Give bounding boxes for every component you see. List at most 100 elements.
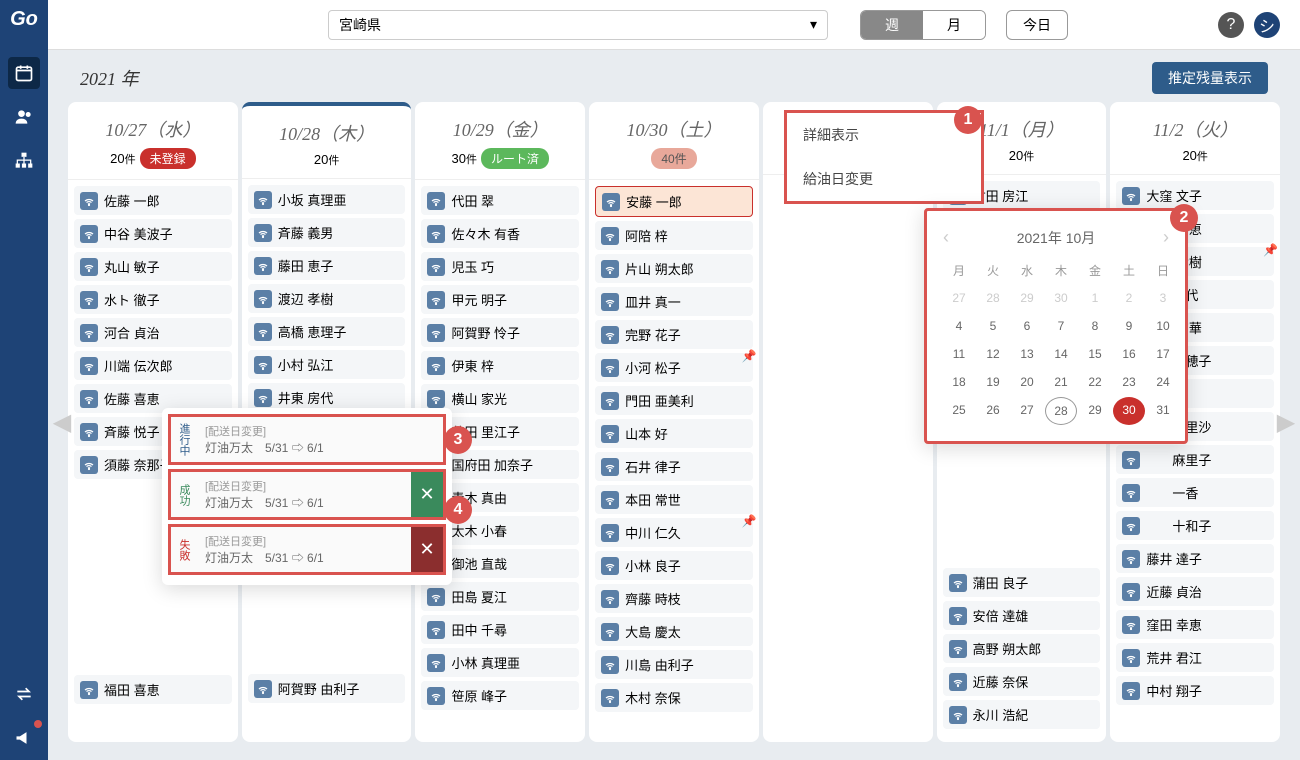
person-item[interactable]: 麻里子 bbox=[1116, 445, 1274, 474]
cal-day[interactable]: 28 bbox=[977, 285, 1009, 311]
prev-week-arrow[interactable]: ◀ bbox=[50, 402, 74, 442]
person-item[interactable]: 福田 喜恵 bbox=[74, 675, 232, 704]
person-item[interactable]: 川島 由利子 bbox=[595, 650, 753, 679]
person-item[interactable]: 大窪 文子 bbox=[1116, 181, 1274, 210]
cal-day[interactable]: 15 bbox=[1079, 341, 1111, 367]
close-icon[interactable]: ✕ bbox=[411, 472, 443, 517]
cal-day[interactable]: 29 bbox=[1011, 285, 1043, 311]
cal-day[interactable]: 31 bbox=[1147, 397, 1179, 425]
cal-day[interactable]: 10 bbox=[1147, 313, 1179, 339]
person-item[interactable]: 中川 仁久📌 bbox=[595, 518, 753, 547]
cal-day[interactable]: 5 bbox=[977, 313, 1009, 339]
person-item[interactable]: 小坂 真理亜 bbox=[248, 185, 406, 214]
person-item[interactable]: 片山 朔太郎 bbox=[595, 254, 753, 283]
person-item[interactable]: 児玉 巧 bbox=[421, 252, 579, 281]
person-item[interactable]: 齊藤 時枝 bbox=[595, 584, 753, 613]
person-item[interactable]: 阿賀野 怜子 bbox=[421, 318, 579, 347]
cal-day[interactable]: 27 bbox=[943, 285, 975, 311]
person-item[interactable]: 河合 貞治 bbox=[74, 318, 232, 347]
person-item[interactable]: 田島 夏江 bbox=[421, 582, 579, 611]
cal-day[interactable]: 21 bbox=[1045, 369, 1077, 395]
cal-day[interactable]: 1 bbox=[1079, 285, 1111, 311]
view-month-button[interactable]: 月 bbox=[923, 11, 985, 39]
estimate-button[interactable]: 推定残量表示 bbox=[1152, 62, 1268, 94]
nav-megaphone-icon[interactable] bbox=[8, 722, 40, 754]
cal-day[interactable]: 24 bbox=[1147, 369, 1179, 395]
context-change-date[interactable]: 給油日変更 bbox=[787, 157, 981, 201]
person-item[interactable]: 小林 良子 bbox=[595, 551, 753, 580]
person-item[interactable]: 永川 浩紀 bbox=[943, 700, 1101, 729]
person-item[interactable]: 藤井 達子 bbox=[1116, 544, 1274, 573]
person-item[interactable]: 川端 伝次郎 bbox=[74, 351, 232, 380]
person-item[interactable]: 十和子 bbox=[1116, 511, 1274, 540]
cal-next-icon[interactable]: › bbox=[1163, 227, 1169, 248]
person-item[interactable]: 山本 好 bbox=[595, 419, 753, 448]
cal-day[interactable]: 26 bbox=[977, 397, 1009, 425]
cal-day[interactable]: 25 bbox=[943, 397, 975, 425]
person-item[interactable]: 斉藤 義男 bbox=[248, 218, 406, 247]
person-item[interactable]: 窪田 幸恵 bbox=[1116, 610, 1274, 639]
cal-day[interactable]: 17 bbox=[1147, 341, 1179, 367]
cal-day[interactable]: 13 bbox=[1011, 341, 1043, 367]
person-item[interactable]: 阿陪 梓 bbox=[595, 221, 753, 250]
region-dropdown[interactable]: 宮崎県 ▾ bbox=[328, 10, 828, 40]
nav-org-icon[interactable] bbox=[8, 145, 40, 177]
person-item[interactable]: 水ト 徹子 bbox=[74, 285, 232, 314]
person-item[interactable]: 完野 花子 bbox=[595, 320, 753, 349]
person-item[interactable]: 大島 慶太 bbox=[595, 617, 753, 646]
user-avatar[interactable]: シ bbox=[1254, 12, 1280, 38]
person-item[interactable]: 佐々木 有香 bbox=[421, 219, 579, 248]
person-item[interactable]: 近藤 奈保 bbox=[943, 667, 1101, 696]
cal-day[interactable]: 4 bbox=[943, 313, 975, 339]
cal-day[interactable]: 11 bbox=[943, 341, 975, 367]
cal-day[interactable]: 16 bbox=[1113, 341, 1145, 367]
cal-day[interactable]: 6 bbox=[1011, 313, 1043, 339]
person-item[interactable]: 佐藤 一郎 bbox=[74, 186, 232, 215]
context-detail[interactable]: 詳細表示 bbox=[787, 113, 981, 157]
person-item[interactable]: 渡辺 孝樹 bbox=[248, 284, 406, 313]
next-week-arrow[interactable]: ▶ bbox=[1274, 402, 1298, 442]
person-item[interactable]: 石井 律子 bbox=[595, 452, 753, 481]
person-item[interactable]: 田中 千尋 bbox=[421, 615, 579, 644]
cal-day[interactable]: 28 bbox=[1045, 397, 1077, 425]
nav-calendar-icon[interactable] bbox=[8, 57, 40, 89]
person-item[interactable]: 本田 常世 bbox=[595, 485, 753, 514]
person-item[interactable]: 丸山 敏子 bbox=[74, 252, 232, 281]
person-item[interactable]: 代田 翠 bbox=[421, 186, 579, 215]
person-item[interactable]: 伊東 梓 bbox=[421, 351, 579, 380]
person-item[interactable]: 木村 奈保 bbox=[595, 683, 753, 712]
person-item[interactable]: 小村 弘江 bbox=[248, 350, 406, 379]
cal-day[interactable]: 30 bbox=[1113, 397, 1145, 425]
cal-day[interactable]: 3 bbox=[1147, 285, 1179, 311]
cal-day[interactable]: 23 bbox=[1113, 369, 1145, 395]
cal-day[interactable]: 8 bbox=[1079, 313, 1111, 339]
close-icon[interactable]: ✕ bbox=[411, 527, 443, 572]
person-item[interactable]: 皿井 真一 bbox=[595, 287, 753, 316]
cal-day[interactable]: 2 bbox=[1113, 285, 1145, 311]
cal-day[interactable]: 9 bbox=[1113, 313, 1145, 339]
person-item[interactable]: 阿賀野 由利子 bbox=[248, 674, 406, 703]
person-item[interactable]: 近藤 貞治 bbox=[1116, 577, 1274, 606]
cal-day[interactable]: 7 bbox=[1045, 313, 1077, 339]
help-icon[interactable]: ? bbox=[1218, 12, 1244, 38]
cal-day[interactable]: 20 bbox=[1011, 369, 1043, 395]
person-item[interactable]: 門田 亜美利 bbox=[595, 386, 753, 415]
person-item[interactable]: 甲元 明子 bbox=[421, 285, 579, 314]
cal-day[interactable]: 12 bbox=[977, 341, 1009, 367]
cal-day[interactable]: 19 bbox=[977, 369, 1009, 395]
today-button[interactable]: 今日 bbox=[1006, 10, 1068, 40]
cal-day[interactable]: 29 bbox=[1079, 397, 1111, 425]
person-item[interactable]: 安倍 達雄 bbox=[943, 601, 1101, 630]
view-week-button[interactable]: 週 bbox=[861, 11, 923, 39]
person-item[interactable]: 蒲田 良子 bbox=[943, 568, 1101, 597]
cal-day[interactable]: 14 bbox=[1045, 341, 1077, 367]
person-item[interactable]: 高橋 恵理子 bbox=[248, 317, 406, 346]
cal-day[interactable]: 27 bbox=[1011, 397, 1043, 425]
cal-day[interactable]: 18 bbox=[943, 369, 975, 395]
person-item[interactable]: 一香 bbox=[1116, 478, 1274, 507]
person-item[interactable]: 中谷 美波子 bbox=[74, 219, 232, 248]
cal-day[interactable]: 22 bbox=[1079, 369, 1111, 395]
nav-swap-icon[interactable] bbox=[8, 678, 40, 710]
person-item[interactable]: 安藤 一郎 bbox=[595, 186, 753, 217]
person-item[interactable]: 小林 真理亜 bbox=[421, 648, 579, 677]
